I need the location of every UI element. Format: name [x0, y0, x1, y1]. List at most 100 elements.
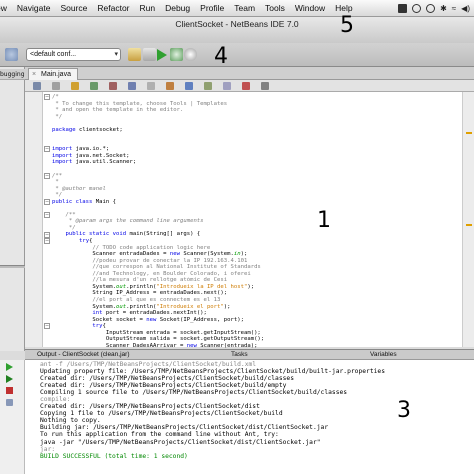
- annotation-toolbar: 4: [214, 44, 228, 69]
- fold-toggle-icon[interactable]: −: [44, 238, 50, 245]
- code-token: "Introdueix el port": [156, 303, 224, 310]
- code-token: port = entradaDades.nextInt();: [105, 310, 207, 317]
- code-token: Scanner entradaDades =: [52, 251, 170, 258]
- rerun-icon[interactable]: [6, 363, 13, 371]
- shift-left-icon[interactable]: [204, 82, 212, 90]
- volume-icon[interactable]: ◀): [461, 4, 470, 13]
- menu-item[interactable]: Debug: [160, 3, 195, 13]
- window-title: ClientSocket - NetBeans IDE 7.0: [175, 19, 299, 29]
- stop-macro-icon[interactable]: [242, 82, 250, 90]
- find-prev-icon[interactable]: [128, 82, 136, 90]
- build-icon[interactable]: [128, 48, 141, 61]
- bluetooth-icon[interactable]: ✱: [440, 4, 447, 13]
- panel-splitter[interactable]: [0, 265, 25, 268]
- settings-icon[interactable]: [6, 399, 13, 406]
- tab-output[interactable]: Output - ClientSocket (clean,jar): [37, 350, 129, 359]
- forward-icon[interactable]: [90, 82, 98, 90]
- fold-toggle-icon[interactable]: −: [44, 231, 50, 238]
- code-token: /**: [52, 172, 63, 179]
- debug-icon[interactable]: [170, 48, 183, 61]
- run-icon[interactable]: [157, 49, 167, 61]
- annotation-menubar: 5: [340, 13, 354, 38]
- code-token: {: [89, 238, 93, 245]
- fold-toggle-icon[interactable]: −: [44, 172, 50, 179]
- code-token: //el port al que es connectem es el 13: [52, 296, 221, 303]
- find-icon[interactable]: [109, 82, 117, 90]
- source-view-icon[interactable]: [33, 82, 41, 90]
- fold-toggle-icon[interactable]: −: [44, 146, 50, 153]
- code-token: {: [102, 323, 106, 330]
- comment-icon[interactable]: [261, 82, 269, 90]
- configuration-select[interactable]: <default conf... ▾: [26, 48, 121, 61]
- rerun-with-params-icon[interactable]: [6, 375, 13, 383]
- output-line: java -jar "/Users/TMP/NetBeansProjects/C…: [40, 438, 321, 446]
- close-icon[interactable]: ×: [32, 69, 36, 80]
- fold-toggle-icon[interactable]: −: [44, 94, 50, 100]
- debugging-tab[interactable]: bugging: [0, 69, 25, 80]
- toggle-bookmark-icon[interactable]: [185, 82, 193, 90]
- sync-icon[interactable]: [412, 4, 422, 13]
- menu-item[interactable]: Window: [290, 3, 330, 13]
- code-token: */: [52, 192, 63, 199]
- code-token: try: [92, 323, 103, 330]
- code-token: */: [52, 224, 76, 231]
- tab-variables[interactable]: Variables: [370, 350, 397, 359]
- code-token: import: [52, 146, 76, 153]
- menu-bar: ewNavigateSourceRefactorRunDebugProfileT…: [0, 0, 474, 17]
- code-token: //que correspon al National Institute of…: [52, 264, 261, 271]
- menu-item[interactable]: Help: [330, 3, 357, 13]
- editor-tab-bar: × Main.java: [25, 67, 474, 80]
- source-code[interactable]: /* * To change this template, choose Too…: [52, 94, 462, 349]
- back-icon[interactable]: [71, 82, 79, 90]
- toggle-highlight-icon[interactable]: [166, 82, 174, 90]
- history-icon[interactable]: [52, 82, 60, 90]
- clean-build-icon[interactable]: [143, 48, 156, 61]
- fold-toggle-icon[interactable]: −: [44, 211, 50, 218]
- code-token: main(String[] args) {: [129, 231, 201, 238]
- line-gutter: [25, 92, 43, 347]
- menu-item[interactable]: Navigate: [12, 3, 56, 13]
- code-token: OutputStream salida = socket.getOutputSt…: [52, 336, 265, 343]
- fold-toggle-icon[interactable]: −: [44, 198, 50, 205]
- code-token: *: [52, 179, 59, 186]
- configuration-select-value: <default conf...: [30, 51, 77, 58]
- back-icon[interactable]: [5, 48, 18, 61]
- menu-item[interactable]: Refactor: [92, 3, 134, 13]
- menu-item[interactable]: ew: [0, 3, 12, 13]
- menu-item[interactable]: Team: [229, 3, 260, 13]
- stop-icon[interactable]: [6, 387, 13, 394]
- app-status-icon[interactable]: [398, 4, 408, 13]
- code-token: public static void: [52, 231, 130, 238]
- code-editor[interactable]: /* * To change this template, choose Too…: [25, 92, 474, 349]
- code-token: int: [52, 310, 106, 317]
- code-token: public class: [52, 198, 96, 205]
- profile-icon[interactable]: [184, 48, 197, 61]
- tab-main-java[interactable]: × Main.java: [28, 68, 78, 80]
- code-token: /**: [52, 211, 76, 218]
- menu-item[interactable]: Source: [55, 3, 92, 13]
- code-token: package: [52, 126, 79, 133]
- fold-toggle-icon[interactable]: −: [44, 323, 50, 330]
- menu-item[interactable]: Run: [135, 3, 161, 13]
- warning-mark[interactable]: [466, 132, 472, 134]
- error-stripe: [462, 92, 474, 347]
- find-next-icon[interactable]: [147, 82, 155, 90]
- code-token: Main {: [95, 198, 116, 205]
- code-token: clientsocket;: [78, 126, 123, 133]
- chevron-down-icon: ▾: [114, 51, 118, 58]
- menu-item[interactable]: Tools: [260, 3, 290, 13]
- output-line: BUILD SUCCESSFUL (total time: 1 second): [40, 452, 188, 460]
- output-line: Created dir: /Users/TMP/NetBeansProjects…: [40, 382, 287, 390]
- warning-mark[interactable]: [466, 224, 472, 226]
- annotation-output: 3: [397, 398, 411, 423]
- code-token: java.io.*;: [75, 146, 110, 153]
- time-machine-icon[interactable]: [426, 4, 436, 13]
- code-token: new: [169, 251, 184, 258]
- code-token: in: [233, 251, 241, 258]
- tab-tasks[interactable]: Tasks: [231, 350, 248, 359]
- shift-right-icon[interactable]: [223, 82, 231, 90]
- wifi-icon[interactable]: ≈: [452, 4, 456, 13]
- code-token: * @author manel: [52, 185, 106, 192]
- menu-item[interactable]: Profile: [195, 3, 229, 13]
- code-token: * @param args the command line arguments: [52, 218, 204, 225]
